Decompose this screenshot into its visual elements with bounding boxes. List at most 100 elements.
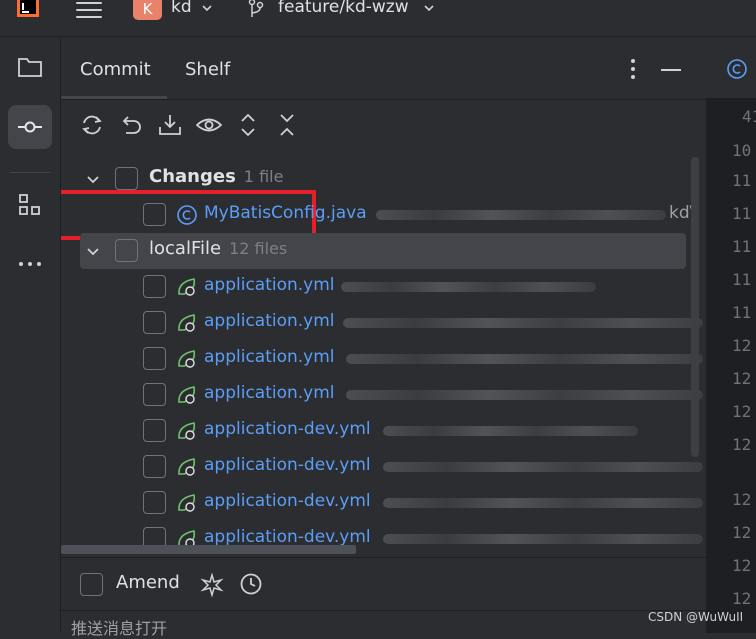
branch-chevron-down-icon[interactable] <box>424 3 434 13</box>
file-path-blurred <box>383 426 638 436</box>
spring-yaml-icon <box>178 278 196 296</box>
amend-label[interactable]: Amend <box>116 572 180 593</box>
collapse-all-icon[interactable] <box>274 112 300 138</box>
vertical-scrollbar[interactable] <box>691 157 699 457</box>
tab-commit[interactable]: Commit <box>80 59 151 80</box>
more-tools-button[interactable] <box>8 242 52 286</box>
structure-tool-button[interactable] <box>8 183 52 227</box>
file-row[interactable]: application-dev.yml <box>61 485 706 521</box>
file-row[interactable]: MyBatisConfig.java kd\ <box>61 197 706 233</box>
project-chevron-down-icon[interactable] <box>202 3 212 13</box>
file-path-blurred <box>376 210 666 220</box>
file-row[interactable]: application.yml <box>61 305 706 341</box>
changes-tree: Changes 1 file MyBatisConfig.java kd\ loc… <box>61 150 706 550</box>
main-menu-icon[interactable] <box>76 2 102 18</box>
editor-tab[interactable] <box>706 37 756 99</box>
minimize-icon[interactable] <box>661 69 681 71</box>
project-tool-button[interactable] <box>8 45 52 89</box>
commit-message-text[interactable]: 推送消息打开 <box>71 615 167 639</box>
localfile-group-label: localFile 12 files <box>149 238 287 259</box>
chevron-down-icon[interactable] <box>86 172 100 186</box>
file-row[interactable]: application.yml <box>61 269 706 305</box>
file-name: application-dev.yml <box>204 491 371 511</box>
file-name: application.yml <box>204 383 335 403</box>
changes-count: 1 file <box>243 167 284 186</box>
commit-toolbar <box>61 100 706 150</box>
amend-checkbox[interactable] <box>80 573 103 596</box>
localfile-label: localFile <box>149 238 222 259</box>
line-number: 11 <box>732 204 752 223</box>
tool-window-strip <box>0 37 61 633</box>
commit-tool-button[interactable] <box>8 105 52 149</box>
line-number: 12 <box>732 435 752 454</box>
file-path-blurred <box>383 462 703 472</box>
spring-yaml-icon <box>178 458 196 476</box>
changes-checkbox[interactable] <box>115 167 138 190</box>
localfile-count: 12 files <box>229 239 288 258</box>
tab-shelf[interactable]: Shelf <box>185 59 230 80</box>
spring-yaml-icon <box>178 386 196 404</box>
eye-icon[interactable] <box>196 112 222 138</box>
localfile-checkbox[interactable] <box>115 239 138 262</box>
history-clock-icon[interactable] <box>239 572 263 596</box>
file-path-blurred <box>383 498 703 508</box>
file-path-blurred <box>343 318 703 328</box>
line-number: 11 <box>732 303 752 322</box>
commit-message-field[interactable]: 推送消息打开 <box>61 610 706 638</box>
changes-group-label: Changes 1 file <box>149 166 283 187</box>
commit-icon <box>18 121 42 133</box>
file-row[interactable]: application-dev.yml <box>61 413 706 449</box>
file-checkbox[interactable] <box>143 455 166 478</box>
file-checkbox[interactable] <box>143 203 166 226</box>
file-checkbox[interactable] <box>143 419 166 442</box>
watermark: CSDN @WuWuII <box>648 610 744 624</box>
spring-yaml-icon <box>178 314 196 332</box>
line-number: 10 <box>732 141 752 160</box>
project-name[interactable]: kd <box>171 0 192 17</box>
rollback-icon[interactable] <box>118 112 144 138</box>
file-name: application.yml <box>204 311 335 331</box>
file-row[interactable]: application.yml <box>61 341 706 377</box>
changes-label: Changes <box>149 166 236 187</box>
branch-name[interactable]: feature/kd-wzw <box>278 0 409 17</box>
ai-assistant-icon[interactable] <box>200 573 224 597</box>
options-menu-icon[interactable] <box>631 59 635 79</box>
update-icon[interactable] <box>157 112 183 138</box>
horizontal-scrollbar[interactable] <box>61 545 356 554</box>
panel-tabs: Commit Shelf <box>61 37 706 100</box>
file-name: application.yml <box>204 347 335 367</box>
file-path-blurred <box>383 534 703 544</box>
refresh-icon[interactable] <box>79 112 105 138</box>
file-checkbox[interactable] <box>143 311 166 334</box>
active-tab-indicator <box>61 96 167 99</box>
java-class-icon <box>177 205 197 225</box>
file-name: application-dev.yml <box>204 527 371 547</box>
line-number: 12 <box>732 490 752 509</box>
file-checkbox[interactable] <box>143 275 166 298</box>
expand-all-icon[interactable] <box>235 112 261 138</box>
file-row[interactable]: application-dev.yml <box>61 449 706 485</box>
file-checkbox[interactable] <box>143 491 166 514</box>
spring-yaml-icon <box>178 494 196 512</box>
file-checkbox[interactable] <box>143 347 166 370</box>
folder-icon <box>18 58 42 77</box>
file-path-blurred <box>341 282 596 292</box>
line-number: 12 <box>732 402 752 421</box>
file-name: application.yml <box>204 275 335 295</box>
line-number: 12 <box>732 523 752 542</box>
intellij-logo-icon[interactable] <box>16 0 40 18</box>
editor-area: 41 10 11 11 11 11 11 12 12 12 12 12 12 1… <box>706 37 756 633</box>
line-number: 41 <box>742 107 756 126</box>
file-name: application-dev.yml <box>204 455 371 475</box>
file-row[interactable]: application.yml <box>61 377 706 413</box>
file-checkbox[interactable] <box>143 383 166 406</box>
line-number: 11 <box>732 171 752 190</box>
project-badge[interactable]: K <box>133 0 162 20</box>
amend-bar: Amend <box>61 557 706 609</box>
chevron-down-icon[interactable] <box>86 244 100 258</box>
commit-panel: Commit Shelf Changes 1 file MyBatisConfi… <box>61 37 706 638</box>
localfile-group-row[interactable]: localFile 12 files <box>80 233 686 269</box>
spring-yaml-icon <box>178 350 196 368</box>
line-number: 12 <box>732 556 752 575</box>
structure-icon <box>19 194 40 215</box>
